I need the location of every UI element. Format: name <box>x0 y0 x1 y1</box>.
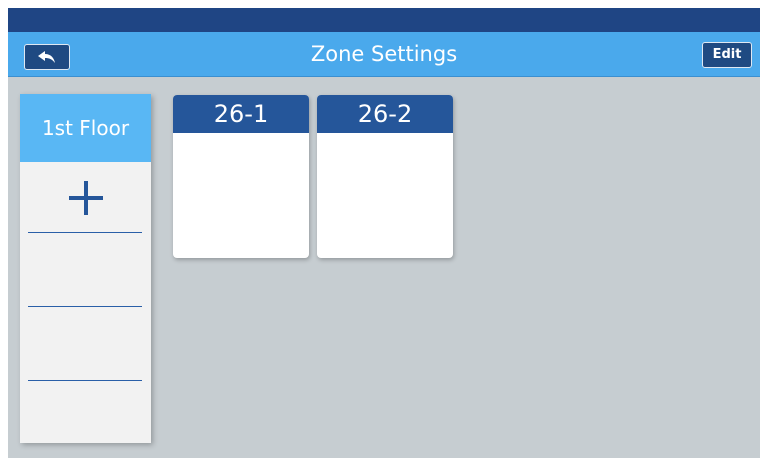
floor-divider <box>28 380 142 381</box>
zone-card-26-2[interactable]: 26-2 <box>317 95 453 258</box>
edit-button[interactable]: Edit <box>702 42 752 68</box>
floor-panel: 1st Floor <box>20 94 151 443</box>
floor-item-1st-floor[interactable]: 1st Floor <box>20 94 151 162</box>
status-bar <box>8 8 760 32</box>
zone-title: 26-2 <box>317 95 453 133</box>
plus-icon <box>68 181 103 215</box>
back-arrow-icon <box>38 51 55 63</box>
zone-title: 26-1 <box>173 95 309 133</box>
floor-divider <box>28 232 142 233</box>
back-button[interactable] <box>24 44 70 70</box>
title-bar: Zone Settings Edit <box>8 32 760 77</box>
zone-card-26-1[interactable]: 26-1 <box>173 95 309 258</box>
page-title: Zone Settings <box>310 42 458 66</box>
screen: Zone Settings Edit 1st Floor 26-1 26-2 <box>8 8 760 458</box>
floor-divider <box>28 306 142 307</box>
add-floor-button[interactable] <box>20 162 151 234</box>
